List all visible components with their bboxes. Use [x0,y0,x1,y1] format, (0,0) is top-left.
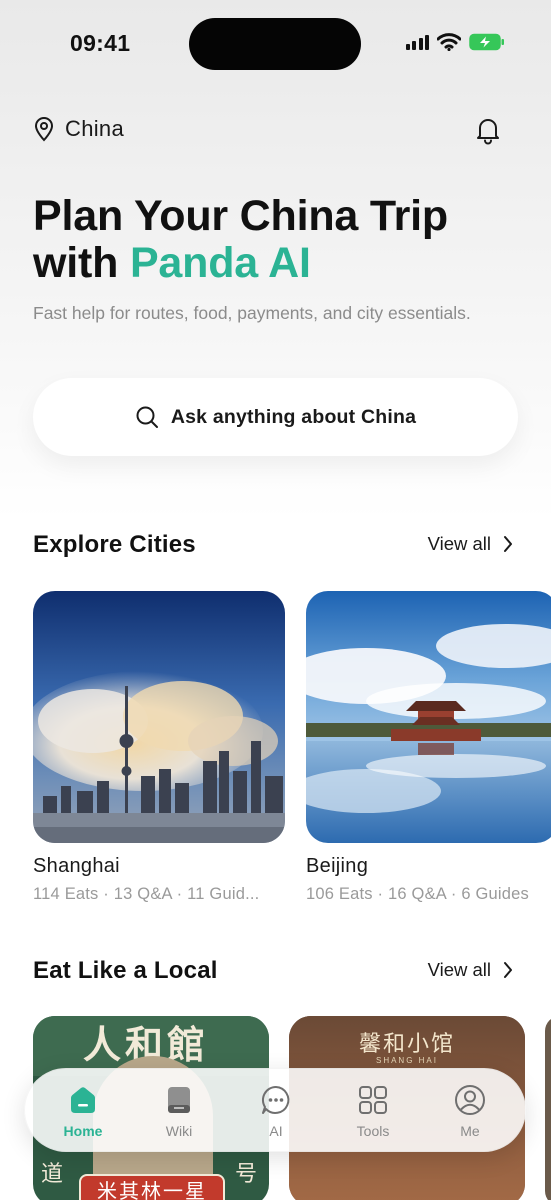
city-name-shanghai: Shanghai [33,855,120,877]
tab-wiki[interactable]: Wiki [129,1069,229,1153]
tab-ai-label: AI [269,1123,283,1139]
wifi-icon [437,33,461,51]
chevron-right-icon [504,536,512,552]
grid-icon [359,1086,387,1114]
hero-title: Plan Your China Trip with Panda AI [33,193,448,287]
cities-view-all-link[interactable]: View all [428,533,513,555]
eat-view-all-link[interactable]: View all [428,959,513,981]
view-all-label: View all [427,533,491,554]
restaurant-card-partial[interactable] [545,1016,551,1200]
city-name-beijing: Beijing [306,855,369,877]
status-bar: 09:41 [0,0,551,90]
restaurant-sign-text: 馨和小馆 [358,1032,455,1057]
chevron-right-icon [504,962,512,978]
notification-bell-icon[interactable] [473,115,503,145]
hero-title-line2: with Panda AI [33,240,448,287]
status-time: 09:41 [70,30,131,56]
status-icons [405,33,506,51]
restaurant-side-text-left: 道 [41,1162,64,1187]
restaurant-sign-subtext: SHANG HAI [375,1056,438,1065]
city-stats-beijing: 106 Eats · 16 Q&A · 6 Guides [306,885,529,903]
tab-home-label: Home [63,1123,103,1139]
city-card-shanghai[interactable] [33,591,285,843]
michelin-badge: 米其林一星 [79,1174,225,1200]
city-stats-shanghai: 114 Eats · 13 Q&A · 11 Guid... [33,885,260,903]
location-selector[interactable]: China [33,116,124,142]
location-pin-icon [34,117,54,142]
ask-search-bar[interactable]: Ask anything about China [33,378,518,456]
tab-me[interactable]: Me [420,1069,520,1153]
battery-charging-icon [469,33,504,51]
beijing-forbidden-city-image [306,591,551,843]
eat-like-local-title: Eat Like a Local [33,957,218,984]
home-icon [71,1087,95,1113]
explore-cities-title: Explore Cities [33,531,196,558]
book-icon [168,1087,190,1113]
search-label: Ask anything about China [170,405,417,428]
dynamic-island [189,18,361,70]
view-all-label: View all [427,959,491,980]
location-label: China [65,116,124,141]
shanghai-skyline-image [33,591,285,843]
user-icon [455,1085,485,1115]
tab-ai[interactable]: AI [226,1069,326,1153]
tab-tools-label: Tools [356,1123,390,1139]
hero-title-line1: Plan Your China Trip [33,192,448,240]
restaurant-side-text-right: 号 [234,1162,257,1187]
tab-wiki-label: Wiki [165,1123,193,1139]
hero-subtitle: Fast help for routes, food, payments, an… [33,303,471,323]
chat-icon [261,1085,290,1114]
tab-tools[interactable]: Tools [323,1069,423,1153]
bottom-tab-bar: Home Wiki AI Tools Me [24,1068,526,1152]
hero-title-prefix: with [33,239,130,287]
search-icon [136,406,158,428]
cellular-signal-icon [405,34,429,50]
city-card-beijing[interactable] [306,591,551,843]
hero-title-accent: Panda AI [129,239,311,287]
tab-home[interactable]: Home [33,1069,133,1153]
tab-me-label: Me [460,1123,480,1139]
